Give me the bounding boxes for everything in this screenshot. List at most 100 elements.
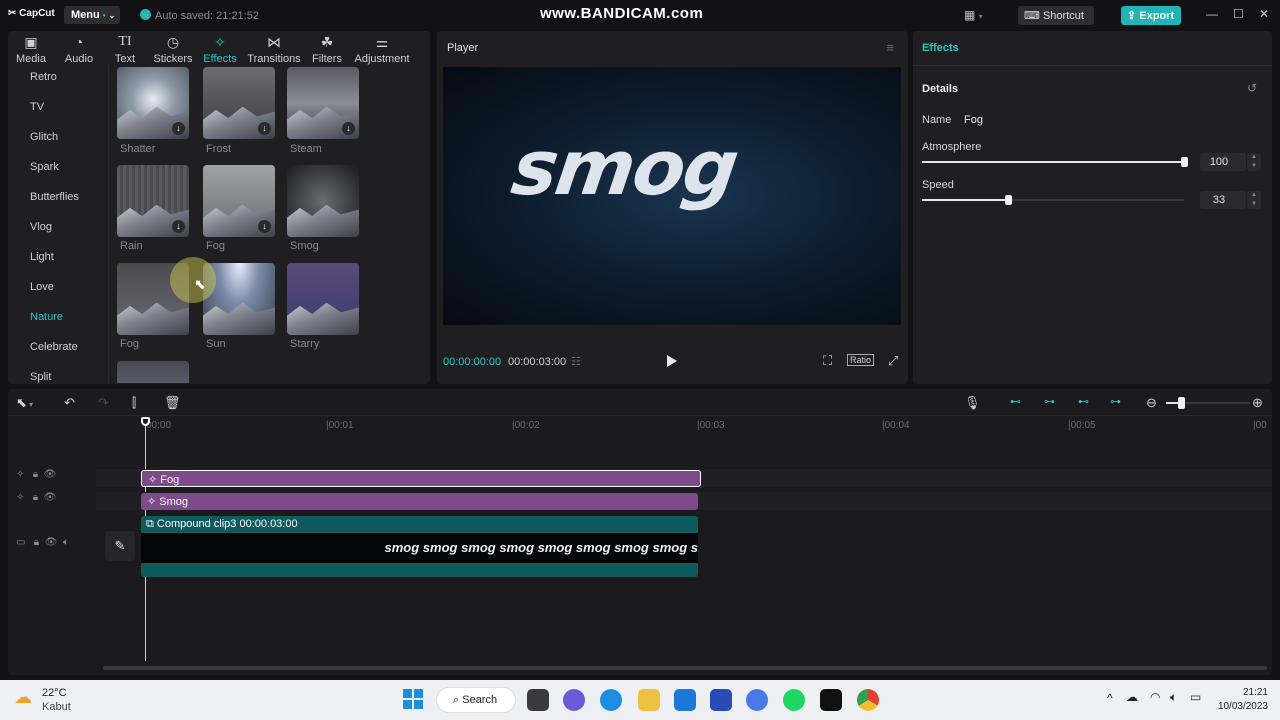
zoom-in-icon[interactable]: ⊕	[1252, 395, 1263, 411]
chrome-icon[interactable]	[857, 689, 879, 711]
category-light[interactable]: Light	[30, 251, 54, 263]
effect-card-frost[interactable]: ↓	[203, 67, 275, 139]
video-preview[interactable]: smog	[443, 67, 901, 325]
hamburger-menu-icon[interactable]: ≡	[886, 40, 894, 55]
download-icon[interactable]: ↓	[342, 122, 355, 135]
zoom-slider-handle[interactable]	[1178, 397, 1185, 409]
fullscreen-crop-icon[interactable]: ⛶	[823, 353, 832, 369]
effect-card-steam[interactable]: ↓	[287, 67, 359, 139]
undo-icon[interactable]: ↶	[64, 395, 75, 411]
tab-effects[interactable]: ✧ Effects	[203, 33, 237, 65]
link-icon[interactable]: ⊷	[1078, 395, 1089, 408]
eye-icon[interactable]: 👁︎	[44, 492, 57, 503]
horizontal-scrollbar[interactable]	[103, 666, 1267, 670]
speed-stepper[interactable]: ▲ ▼	[1247, 191, 1261, 209]
effect-card-shatter[interactable]: ↓	[117, 67, 189, 139]
download-icon[interactable]: ↓	[172, 220, 185, 233]
split-icon[interactable]: ⫿	[132, 395, 136, 411]
close-button[interactable]: ✕	[1259, 7, 1269, 21]
category-nature[interactable]: Nature	[30, 311, 63, 323]
category-split[interactable]: Split	[30, 371, 51, 383]
category-tv[interactable]: TV	[30, 101, 44, 113]
category-spark[interactable]: Spark	[30, 161, 59, 173]
download-icon[interactable]: ↓	[258, 220, 271, 233]
layout-button[interactable]: ▦ ▾	[964, 8, 983, 22]
tray-chevron-icon[interactable]: ^	[1107, 691, 1113, 705]
lock-icon[interactable]: 🔒︎	[33, 492, 38, 503]
atmosphere-slider[interactable]	[922, 157, 1188, 167]
tab-text[interactable]: TI Text	[112, 33, 138, 65]
tab-effects-details[interactable]: Effects	[922, 42, 959, 54]
effect-card-starry[interactable]	[287, 263, 359, 335]
select-tool-icon[interactable]: ⬉ ▾	[16, 395, 33, 411]
battery-icon[interactable]: ▭	[1190, 690, 1201, 704]
network-icon[interactable]: ☁	[1126, 690, 1138, 704]
reset-icon[interactable]: ↺	[1247, 81, 1257, 95]
file-explorer-icon[interactable]	[638, 689, 660, 711]
tab-filters[interactable]: ☘ Filters	[310, 33, 344, 65]
speed-slider-handle[interactable]	[1005, 195, 1013, 205]
fog-effect-clip[interactable]: ✧ Fog	[141, 470, 701, 487]
download-icon[interactable]: ↓	[258, 122, 271, 135]
speed-slider[interactable]	[922, 195, 1184, 205]
weather-temp[interactable]: 22°C	[42, 687, 67, 699]
download-icon[interactable]: ↓	[172, 122, 185, 135]
minimize-button[interactable]: —	[1206, 7, 1218, 21]
redo-icon[interactable]: ↷	[98, 395, 109, 411]
timeline-list-icon[interactable]: ☷	[571, 355, 581, 368]
clock-time[interactable]: 21:21	[1236, 687, 1268, 698]
task-view-icon[interactable]	[527, 689, 549, 711]
shortcut-button[interactable]: ⌨ Shortcut	[1018, 6, 1094, 25]
category-vlog[interactable]: Vlog	[30, 221, 52, 233]
weather-desc[interactable]: Kabut	[42, 701, 71, 713]
snap-main-track-icon[interactable]: ⊷	[1010, 395, 1021, 408]
smog-effect-clip[interactable]: ✧ Smog	[141, 493, 698, 510]
teams-chat-icon[interactable]	[563, 689, 585, 711]
effect-card-partial[interactable]	[117, 361, 189, 383]
expand-icon[interactable]: ⤢	[888, 353, 898, 369]
spotify-icon[interactable]	[783, 689, 805, 711]
preview-axis-icon[interactable]: ⊶	[1110, 395, 1121, 408]
atmosphere-slider-handle[interactable]	[1181, 157, 1188, 167]
clock-date[interactable]: 10/03/2023	[1212, 701, 1268, 712]
atmosphere-stepper[interactable]: ▲ ▼	[1247, 153, 1261, 171]
tab-audio[interactable]: ◔ Audio	[62, 33, 96, 65]
tab-stickers[interactable]: ◷ Stickers	[152, 33, 194, 65]
play-icon[interactable]	[666, 354, 678, 368]
edge-browser-icon[interactable]	[600, 689, 622, 711]
category-celebrate[interactable]: Celebrate	[30, 341, 78, 353]
vscode-icon[interactable]	[710, 689, 732, 711]
menu-button[interactable]: Menu • ⌄	[64, 6, 120, 24]
audio-mute-icon[interactable]: 🔈︎	[63, 537, 69, 548]
capcut-taskbar-icon[interactable]	[820, 689, 842, 711]
compound-clip[interactable]: ⧉ Compound clip3 00:00:03:00 smog smog s…	[141, 516, 698, 577]
playhead-handle[interactable]	[141, 417, 150, 426]
taskbar-search[interactable]: ⌕ Search	[436, 687, 516, 713]
mail-icon[interactable]	[674, 689, 696, 711]
eye-icon[interactable]: 👁︎	[44, 469, 57, 480]
ratio-button[interactable]: Ratio	[847, 354, 875, 366]
atmosphere-input[interactable]: 100	[1200, 153, 1246, 171]
eye-icon[interactable]: 👁︎	[45, 537, 58, 548]
speed-input[interactable]: 33	[1200, 191, 1246, 209]
effect-card-smog[interactable]	[287, 165, 359, 237]
lock-icon[interactable]: 🔒︎	[34, 537, 39, 548]
tab-adjustment[interactable]: ⚌ Adjustment	[353, 33, 411, 65]
wifi-icon[interactable]: ◠	[1150, 690, 1160, 704]
effect-card-fog[interactable]: ↓	[203, 165, 275, 237]
category-glitch[interactable]: Glitch	[30, 131, 58, 143]
export-button[interactable]: ⇪ Export	[1121, 6, 1181, 25]
category-retro[interactable]: Retro	[30, 71, 57, 83]
effect-card-rain[interactable]: ↓	[117, 165, 189, 237]
snap-magnet-icon[interactable]: ⊶	[1044, 395, 1055, 408]
zoom-out-icon[interactable]: ⊖	[1146, 395, 1157, 411]
app-icon[interactable]	[746, 689, 768, 711]
lock-icon[interactable]: 🔒︎	[33, 469, 38, 480]
microphone-icon[interactable]: 🎙	[964, 395, 981, 411]
tab-media[interactable]: ▣ Media	[14, 33, 48, 65]
tab-transitions[interactable]: ⋈ Transitions	[246, 33, 302, 65]
category-love[interactable]: Love	[30, 281, 54, 293]
zoom-slider[interactable]	[1166, 397, 1250, 409]
volume-icon[interactable]: 🔈︎	[1170, 690, 1177, 705]
delete-icon[interactable]: 🗑	[164, 395, 181, 411]
